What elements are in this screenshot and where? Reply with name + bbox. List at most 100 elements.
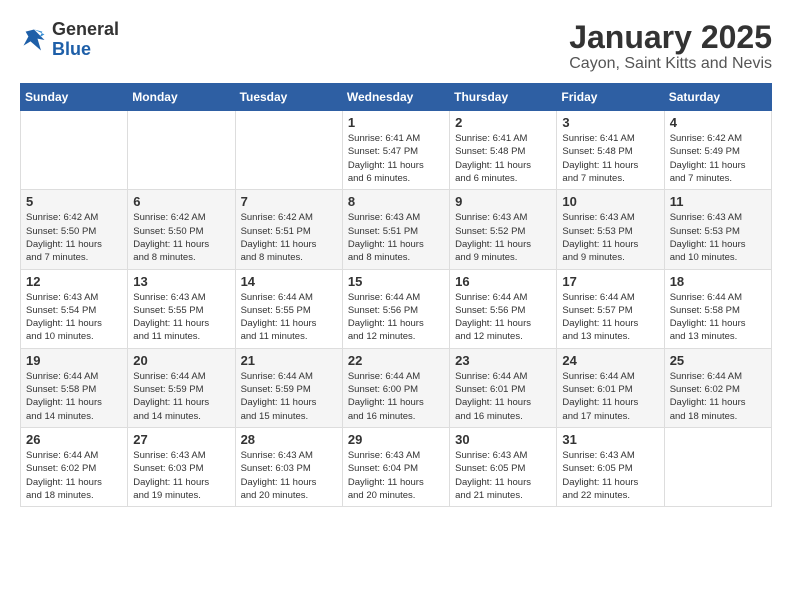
calendar-cell bbox=[128, 111, 235, 190]
month-title: January 2025 bbox=[569, 20, 772, 55]
weekday-header-monday: Monday bbox=[128, 84, 235, 111]
day-number: 21 bbox=[241, 353, 337, 368]
day-detail: Sunrise: 6:44 AM Sunset: 6:00 PM Dayligh… bbox=[348, 370, 444, 423]
calendar-cell: 8 Sunrise: 6:43 AM Sunset: 5:51 PM Daylig… bbox=[342, 190, 449, 269]
location-title: Cayon, Saint Kitts and Nevis bbox=[569, 55, 772, 73]
day-detail: Sunrise: 6:44 AM Sunset: 5:58 PM Dayligh… bbox=[670, 291, 766, 344]
calendar-table: SundayMondayTuesdayWednesdayThursdayFrid… bbox=[20, 83, 772, 507]
day-number: 8 bbox=[348, 194, 444, 209]
day-detail: Sunrise: 6:43 AM Sunset: 6:05 PM Dayligh… bbox=[562, 449, 658, 502]
logo-icon bbox=[20, 26, 48, 54]
day-detail: Sunrise: 6:43 AM Sunset: 5:52 PM Dayligh… bbox=[455, 211, 551, 264]
day-number: 2 bbox=[455, 115, 551, 130]
day-detail: Sunrise: 6:43 AM Sunset: 5:51 PM Dayligh… bbox=[348, 211, 444, 264]
calendar-cell: 18Sunrise: 6:44 AM Sunset: 5:58 PM Dayli… bbox=[664, 269, 771, 348]
day-detail: Sunrise: 6:41 AM Sunset: 5:48 PM Dayligh… bbox=[455, 132, 551, 185]
day-number: 24 bbox=[562, 353, 658, 368]
day-detail: Sunrise: 6:44 AM Sunset: 5:59 PM Dayligh… bbox=[241, 370, 337, 423]
weekday-header-wednesday: Wednesday bbox=[342, 84, 449, 111]
day-number: 9 bbox=[455, 194, 551, 209]
day-number: 30 bbox=[455, 432, 551, 447]
day-detail: Sunrise: 6:43 AM Sunset: 6:04 PM Dayligh… bbox=[348, 449, 444, 502]
day-detail: Sunrise: 6:42 AM Sunset: 5:50 PM Dayligh… bbox=[133, 211, 229, 264]
calendar-cell: 4 Sunrise: 6:42 AM Sunset: 5:49 PM Daylig… bbox=[664, 111, 771, 190]
day-number: 4 bbox=[670, 115, 766, 130]
calendar-cell: 26 Sunrise: 6:44 AM Sunset: 6:02 PM Dayli… bbox=[21, 427, 128, 506]
calendar-cell: 17Sunrise: 6:44 AM Sunset: 5:57 PM Dayli… bbox=[557, 269, 664, 348]
day-detail: Sunrise: 6:44 AM Sunset: 5:56 PM Dayligh… bbox=[455, 291, 551, 344]
day-number: 27 bbox=[133, 432, 229, 447]
day-number: 15 bbox=[348, 274, 444, 289]
day-number: 12 bbox=[26, 274, 122, 289]
calendar-cell: 28 Sunrise: 6:43 AM Sunset: 6:03 PM Dayli… bbox=[235, 427, 342, 506]
day-detail: Sunrise: 6:44 AM Sunset: 6:01 PM Dayligh… bbox=[562, 370, 658, 423]
calendar-cell: 9 Sunrise: 6:43 AM Sunset: 5:52 PM Daylig… bbox=[450, 190, 557, 269]
calendar-cell: 12 Sunrise: 6:43 AM Sunset: 5:54 PM Dayli… bbox=[21, 269, 128, 348]
weekday-header-saturday: Saturday bbox=[664, 84, 771, 111]
day-detail: Sunrise: 6:44 AM Sunset: 5:55 PM Dayligh… bbox=[241, 291, 337, 344]
day-detail: Sunrise: 6:43 AM Sunset: 5:53 PM Dayligh… bbox=[562, 211, 658, 264]
calendar-cell: 1 Sunrise: 6:41 AM Sunset: 5:47 PM Daylig… bbox=[342, 111, 449, 190]
weekday-header-sunday: Sunday bbox=[21, 84, 128, 111]
logo-general-text: General bbox=[52, 19, 119, 39]
day-number: 23 bbox=[455, 353, 551, 368]
day-detail: Sunrise: 6:43 AM Sunset: 6:03 PM Dayligh… bbox=[241, 449, 337, 502]
day-detail: Sunrise: 6:44 AM Sunset: 6:01 PM Dayligh… bbox=[455, 370, 551, 423]
day-number: 19 bbox=[26, 353, 122, 368]
calendar-cell: 22 Sunrise: 6:44 AM Sunset: 6:00 PM Dayli… bbox=[342, 348, 449, 427]
day-number: 3 bbox=[562, 115, 658, 130]
calendar-week-5: 26 Sunrise: 6:44 AM Sunset: 6:02 PM Dayli… bbox=[21, 427, 772, 506]
logo: General Blue bbox=[20, 20, 119, 60]
day-number: 20 bbox=[133, 353, 229, 368]
day-number: 1 bbox=[348, 115, 444, 130]
title-block: January 2025 Cayon, Saint Kitts and Nevi… bbox=[569, 20, 772, 73]
calendar-cell bbox=[21, 111, 128, 190]
day-number: 16 bbox=[455, 274, 551, 289]
calendar-cell: 7Sunrise: 6:42 AM Sunset: 5:51 PM Daylig… bbox=[235, 190, 342, 269]
calendar-cell: 27 Sunrise: 6:43 AM Sunset: 6:03 PM Dayli… bbox=[128, 427, 235, 506]
calendar-week-2: 5 Sunrise: 6:42 AM Sunset: 5:50 PM Daylig… bbox=[21, 190, 772, 269]
day-detail: Sunrise: 6:43 AM Sunset: 5:55 PM Dayligh… bbox=[133, 291, 229, 344]
calendar-cell: 2 Sunrise: 6:41 AM Sunset: 5:48 PM Daylig… bbox=[450, 111, 557, 190]
day-detail: Sunrise: 6:43 AM Sunset: 6:03 PM Dayligh… bbox=[133, 449, 229, 502]
day-number: 28 bbox=[241, 432, 337, 447]
logo-blue-text: Blue bbox=[52, 39, 91, 59]
calendar-cell: 16 Sunrise: 6:44 AM Sunset: 5:56 PM Dayli… bbox=[450, 269, 557, 348]
day-detail: Sunrise: 6:44 AM Sunset: 6:02 PM Dayligh… bbox=[670, 370, 766, 423]
calendar-cell bbox=[664, 427, 771, 506]
calendar-cell: 5 Sunrise: 6:42 AM Sunset: 5:50 PM Daylig… bbox=[21, 190, 128, 269]
day-detail: Sunrise: 6:43 AM Sunset: 5:53 PM Dayligh… bbox=[670, 211, 766, 264]
calendar-cell: 3 Sunrise: 6:41 AM Sunset: 5:48 PM Daylig… bbox=[557, 111, 664, 190]
calendar-cell bbox=[235, 111, 342, 190]
page-header: General Blue January 2025 Cayon, Saint K… bbox=[20, 20, 772, 73]
day-number: 14 bbox=[241, 274, 337, 289]
calendar-cell: 11Sunrise: 6:43 AM Sunset: 5:53 PM Dayli… bbox=[664, 190, 771, 269]
day-number: 13 bbox=[133, 274, 229, 289]
calendar-cell: 15 Sunrise: 6:44 AM Sunset: 5:56 PM Dayli… bbox=[342, 269, 449, 348]
day-number: 29 bbox=[348, 432, 444, 447]
calendar-week-3: 12 Sunrise: 6:43 AM Sunset: 5:54 PM Dayli… bbox=[21, 269, 772, 348]
day-detail: Sunrise: 6:44 AM Sunset: 5:57 PM Dayligh… bbox=[562, 291, 658, 344]
day-number: 26 bbox=[26, 432, 122, 447]
day-detail: Sunrise: 6:44 AM Sunset: 5:56 PM Dayligh… bbox=[348, 291, 444, 344]
day-number: 31 bbox=[562, 432, 658, 447]
day-detail: Sunrise: 6:44 AM Sunset: 6:02 PM Dayligh… bbox=[26, 449, 122, 502]
weekday-header-thursday: Thursday bbox=[450, 84, 557, 111]
day-detail: Sunrise: 6:42 AM Sunset: 5:50 PM Dayligh… bbox=[26, 211, 122, 264]
day-detail: Sunrise: 6:42 AM Sunset: 5:49 PM Dayligh… bbox=[670, 132, 766, 185]
day-number: 7 bbox=[241, 194, 337, 209]
day-detail: Sunrise: 6:43 AM Sunset: 5:54 PM Dayligh… bbox=[26, 291, 122, 344]
calendar-cell: 10 Sunrise: 6:43 AM Sunset: 5:53 PM Dayli… bbox=[557, 190, 664, 269]
day-detail: Sunrise: 6:41 AM Sunset: 5:47 PM Dayligh… bbox=[348, 132, 444, 185]
day-detail: Sunrise: 6:44 AM Sunset: 5:58 PM Dayligh… bbox=[26, 370, 122, 423]
day-number: 10 bbox=[562, 194, 658, 209]
day-detail: Sunrise: 6:41 AM Sunset: 5:48 PM Dayligh… bbox=[562, 132, 658, 185]
calendar-cell: 25 Sunrise: 6:44 AM Sunset: 6:02 PM Dayli… bbox=[664, 348, 771, 427]
weekday-header-row: SundayMondayTuesdayWednesdayThursdayFrid… bbox=[21, 84, 772, 111]
day-number: 22 bbox=[348, 353, 444, 368]
calendar-cell: 21 Sunrise: 6:44 AM Sunset: 5:59 PM Dayli… bbox=[235, 348, 342, 427]
calendar-cell: 14 Sunrise: 6:44 AM Sunset: 5:55 PM Dayli… bbox=[235, 269, 342, 348]
day-number: 25 bbox=[670, 353, 766, 368]
day-number: 5 bbox=[26, 194, 122, 209]
day-detail: Sunrise: 6:43 AM Sunset: 6:05 PM Dayligh… bbox=[455, 449, 551, 502]
